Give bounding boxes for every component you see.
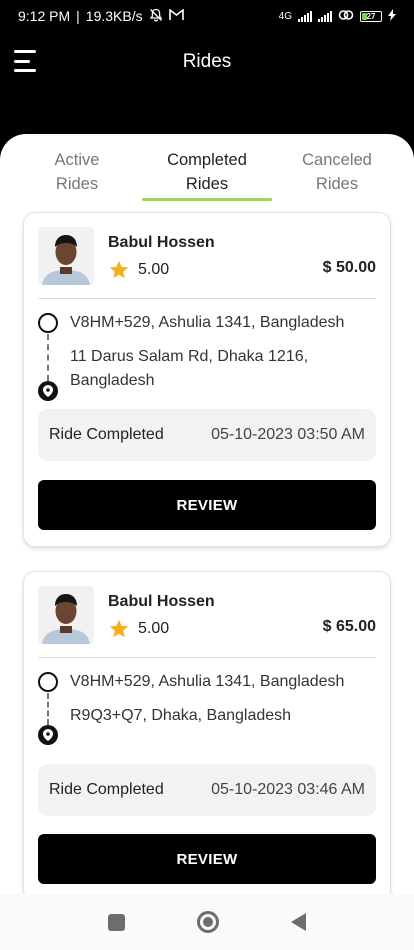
status-separator: | bbox=[76, 8, 80, 24]
tab-active-label-2: Rides bbox=[55, 175, 99, 193]
dropoff-address-line1: 11 Darus Salam Rd, Dhaka 1216, bbox=[70, 348, 309, 365]
ride-card[interactable]: Babul Hossen 5.00 $ 65.00 V8HM+529, Ashu… bbox=[23, 571, 391, 894]
ride-status: Ride Completed bbox=[49, 781, 164, 798]
driver-rating: 5.00 bbox=[108, 259, 169, 281]
driver-row: Babul Hossen 5.00 $ 65.00 bbox=[38, 586, 376, 644]
tab-completed-rides[interactable]: Completed Rides bbox=[142, 134, 272, 202]
ride-price: $ 50.00 bbox=[322, 259, 376, 276]
ride-tabs: Active Rides Completed Rides Canceled Ri… bbox=[0, 134, 414, 202]
mail-icon bbox=[168, 8, 184, 24]
rating-value: 5.00 bbox=[138, 620, 170, 637]
page-title: Rides bbox=[182, 51, 232, 72]
battery-icon: 27 bbox=[360, 10, 382, 22]
route-dash bbox=[47, 334, 49, 381]
star-icon bbox=[109, 260, 129, 279]
pickup-address: V8HM+529, Ashulia 1341, Bangladesh bbox=[70, 673, 345, 690]
signal-icon bbox=[298, 10, 312, 22]
ride-price: $ 65.00 bbox=[322, 618, 376, 635]
pickup-address: V8HM+529, Ashulia 1341, Bangladesh bbox=[70, 314, 345, 331]
divider bbox=[38, 657, 376, 658]
status-bar: 9:12 PM | 19.3KB/s 4G 27 bbox=[0, 0, 414, 32]
nav-back-icon[interactable] bbox=[291, 913, 306, 931]
driver-avatar bbox=[38, 586, 94, 644]
tab-completed-label-1: Completed bbox=[167, 151, 247, 169]
route-dash bbox=[47, 693, 49, 725]
rating-value: 5.00 bbox=[138, 261, 170, 278]
signal-2-icon bbox=[318, 10, 332, 22]
status-left: 9:12 PM | 19.3KB/s bbox=[18, 8, 184, 25]
location-pin-icon bbox=[38, 381, 58, 401]
nav-home-icon[interactable] bbox=[197, 911, 219, 933]
status-time: 9:12 PM bbox=[18, 8, 71, 24]
review-button[interactable]: REVIEW bbox=[38, 480, 376, 530]
ride-status-box: Ride Completed 05-10-2023 03:46 AM bbox=[38, 764, 376, 816]
app-bar: Rides bbox=[0, 32, 414, 92]
tab-active-label-1: Active bbox=[54, 151, 100, 169]
ride-card[interactable]: Babul Hossen 5.00 $ 50.00 V8HM+529, Ashu… bbox=[23, 212, 391, 547]
system-nav-bar bbox=[0, 894, 414, 950]
tab-canceled-rides[interactable]: Canceled Rides bbox=[272, 134, 402, 202]
driver-row: Babul Hossen 5.00 $ 50.00 bbox=[38, 227, 376, 285]
tab-active-rides[interactable]: Active Rides bbox=[12, 134, 142, 202]
menu-icon[interactable] bbox=[14, 50, 40, 72]
driver-name: Babul Hossen bbox=[108, 593, 215, 610]
ride-status: Ride Completed bbox=[49, 426, 164, 443]
charging-icon bbox=[388, 8, 396, 24]
nav-recents-icon[interactable] bbox=[108, 913, 125, 931]
network-type: 4G bbox=[278, 10, 292, 22]
tab-completed-label-2: Rides bbox=[185, 175, 229, 193]
ride-datetime: 05-10-2023 03:46 AM bbox=[211, 781, 365, 798]
link-icon bbox=[338, 9, 354, 24]
dropoff-address-line1: R9Q3+Q7, Dhaka, Bangladesh bbox=[70, 707, 292, 724]
rides-sheet: Active Rides Completed Rides Canceled Ri… bbox=[0, 134, 414, 894]
driver-avatar bbox=[38, 227, 94, 285]
battery-level: 27 bbox=[366, 11, 376, 21]
origin-ring-icon bbox=[38, 672, 58, 692]
review-button[interactable]: REVIEW bbox=[38, 834, 376, 884]
mute-bell-icon bbox=[149, 8, 163, 25]
dropoff-address-line2: Bangladesh bbox=[70, 372, 155, 389]
divider bbox=[38, 298, 376, 299]
tab-canceled-label-1: Canceled bbox=[302, 151, 372, 169]
tab-canceled-label-2: Rides bbox=[315, 175, 359, 193]
status-speed: 19.3KB/s bbox=[85, 8, 143, 24]
status-right: 4G 27 bbox=[278, 8, 396, 24]
ride-status-box: Ride Completed 05-10-2023 03:50 AM bbox=[38, 409, 376, 461]
driver-rating: 5.00 bbox=[108, 618, 169, 640]
ride-datetime: 05-10-2023 03:50 AM bbox=[211, 426, 365, 443]
origin-ring-icon bbox=[38, 313, 58, 333]
driver-name: Babul Hossen bbox=[108, 234, 215, 251]
star-icon bbox=[109, 619, 129, 638]
location-pin-icon bbox=[38, 725, 58, 745]
